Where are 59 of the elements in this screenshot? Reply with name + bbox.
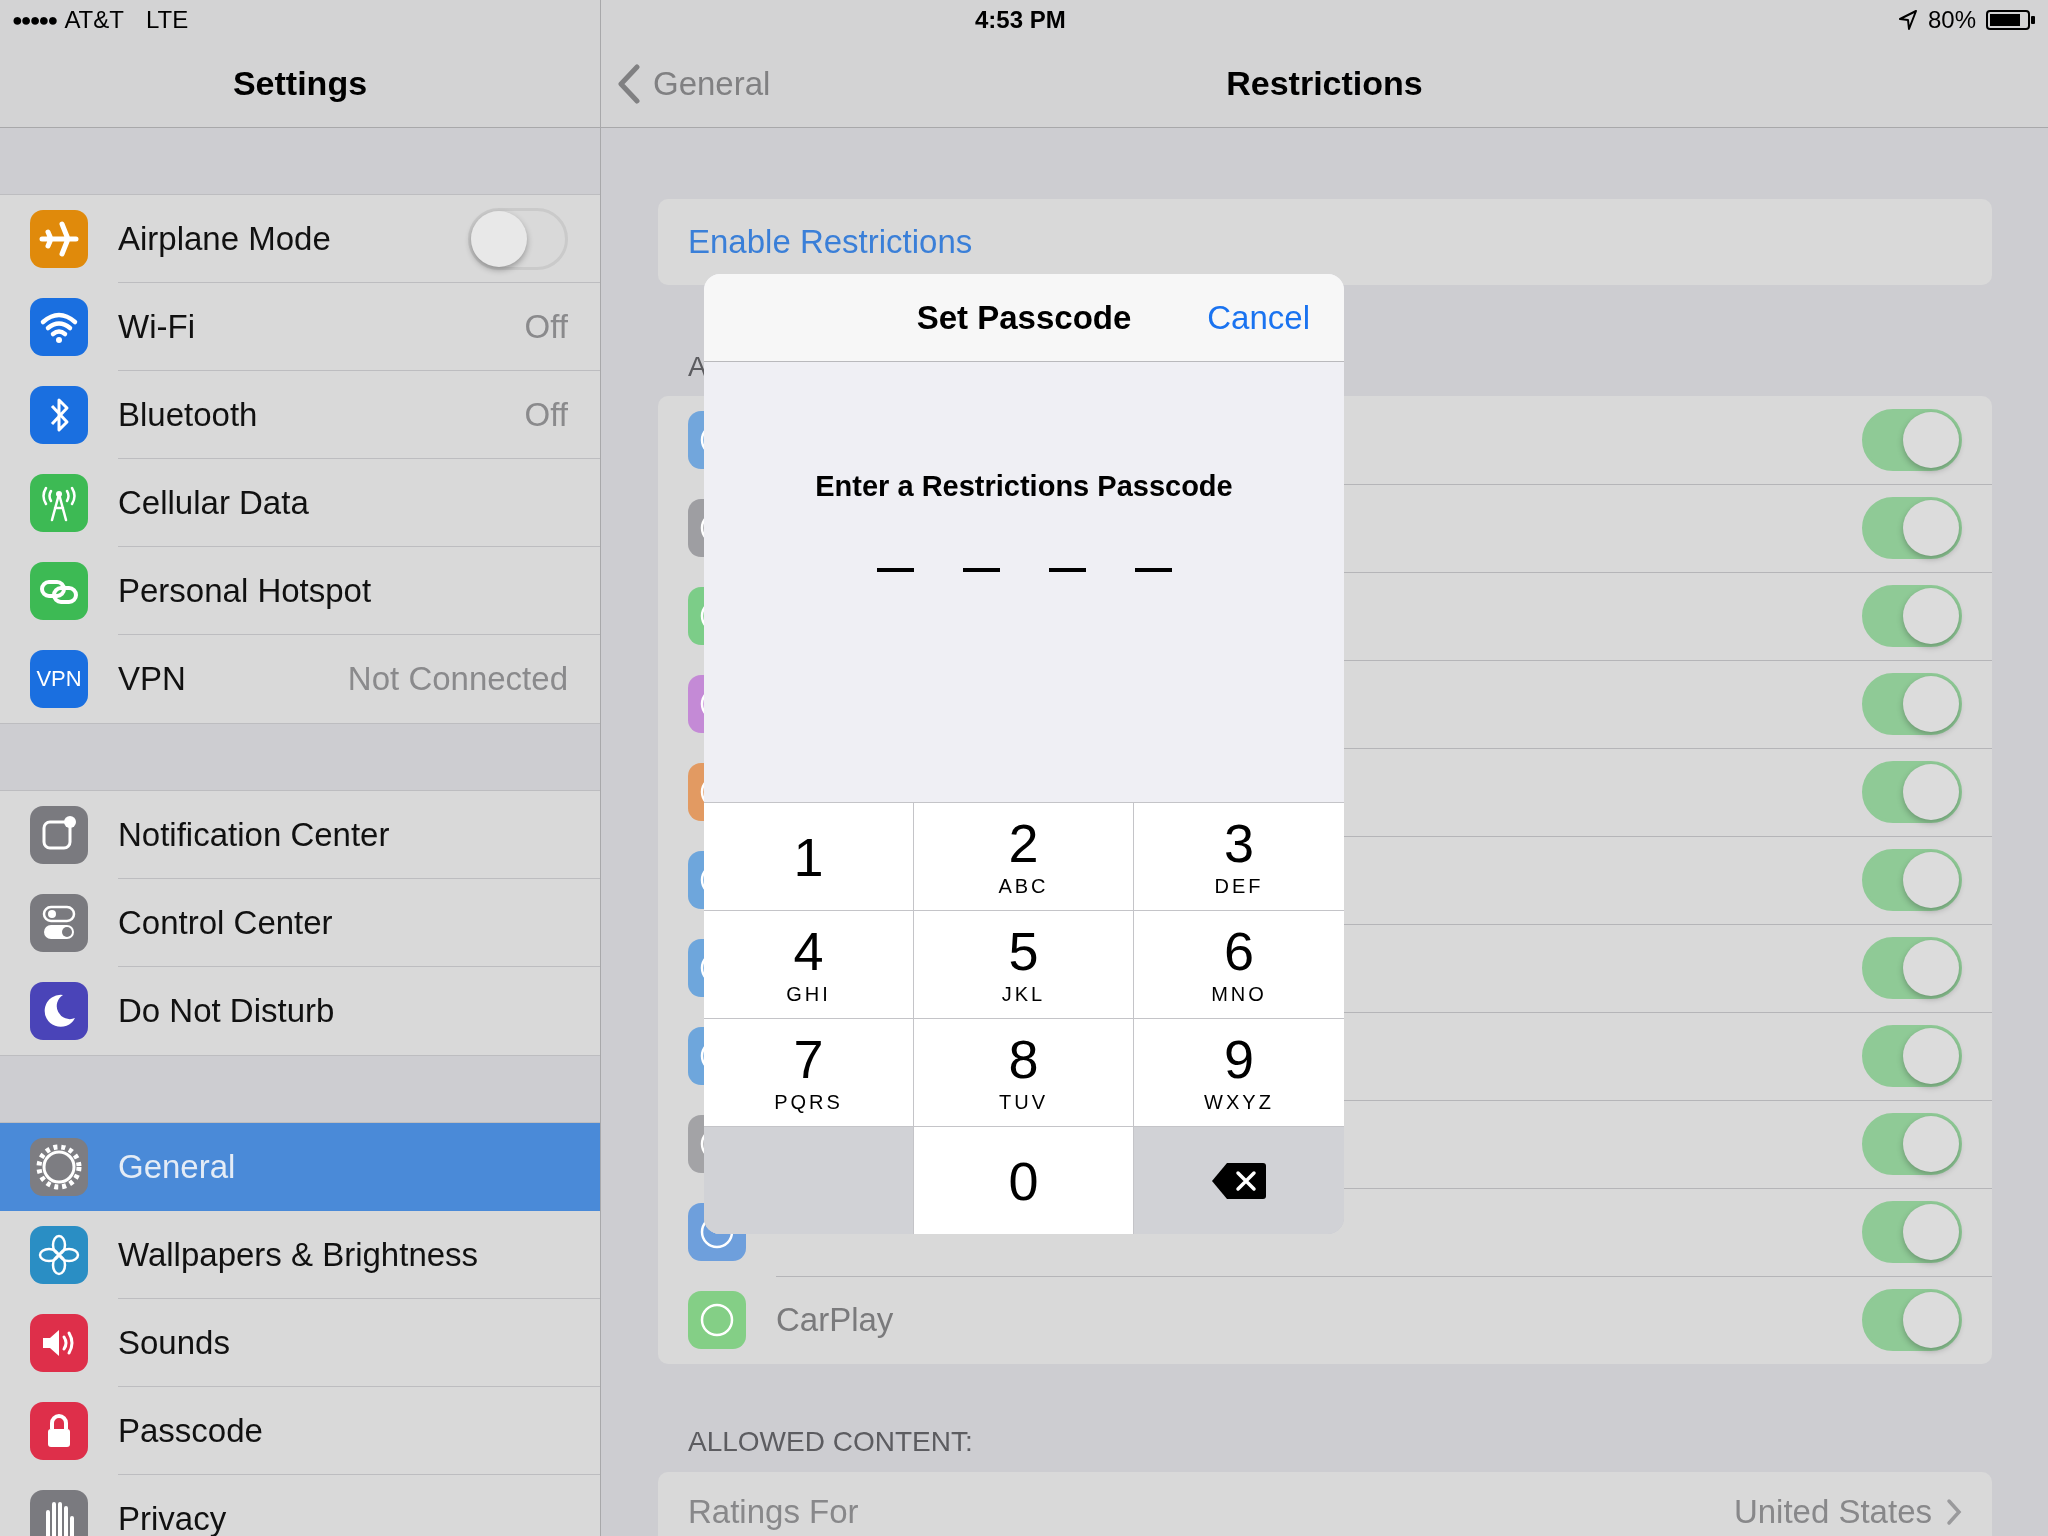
keypad-key[interactable]: 9 WXYZ — [1134, 1019, 1344, 1126]
row-value: Off — [524, 395, 568, 434]
keypad-key[interactable]: 5 JKL — [914, 911, 1133, 1018]
section-header: ALLOWED CONTENT: — [688, 1426, 973, 1457]
row-label: Bluetooth — [118, 395, 258, 434]
passcode-prompt: Enter a Restrictions Passcode — [815, 470, 1233, 503]
settings-row[interactable]: VPN VPN Not Connected — [0, 635, 600, 723]
settings-row[interactable]: Bluetooth Off — [0, 371, 600, 459]
sheet-title: Set Passcode — [916, 298, 1132, 337]
settings-row[interactable]: Passcode — [0, 1387, 600, 1475]
settings-row[interactable]: Airplane Mode — [0, 195, 600, 283]
row-label: Passcode — [118, 1411, 263, 1450]
row-label: Airplane Mode — [118, 219, 331, 258]
row-label: Control Center — [118, 903, 333, 942]
keypad-key[interactable]: 4 GHI — [704, 911, 913, 1018]
chevron-icon — [1946, 1498, 1962, 1526]
row-label: CarPlay — [776, 1301, 894, 1339]
row-label: General — [118, 1147, 236, 1186]
delete-key[interactable] — [1211, 1160, 1267, 1201]
settings-row[interactable]: Cellular Data — [0, 459, 600, 547]
back-chevron-icon — [617, 63, 641, 104]
keypad-key[interactable]: 6 MNO — [1134, 911, 1344, 1018]
keypad-key[interactable]: 1 — [704, 803, 913, 910]
row-label: Notification Center — [118, 815, 390, 854]
row-label: Do Not Disturb — [118, 992, 335, 1030]
keypad-key[interactable]: 0 — [914, 1127, 1133, 1234]
cancel-button[interactable]: Cancel — [1207, 298, 1310, 337]
clock: 4:53 PM — [975, 6, 1066, 34]
settings-row[interactable]: Do Not Disturb — [0, 967, 600, 1055]
sidebar-title: Settings — [232, 64, 368, 103]
row-label: Sounds — [118, 1323, 230, 1362]
toggle-switch[interactable] — [468, 207, 568, 270]
row-label: Wallpapers & Brightness — [118, 1235, 479, 1274]
vpn-icon: VPN — [30, 650, 88, 708]
settings-row[interactable]: Control Center — [0, 879, 600, 967]
settings-row[interactable]: Wallpapers & Brightness — [0, 1211, 600, 1299]
network-type: LTE — [145, 6, 189, 34]
location-arrow-icon — [1897, 9, 1918, 31]
row-label: Personal Hotspot — [118, 571, 372, 610]
signal-dots: ●●●●● — [12, 9, 57, 31]
settings-row[interactable]: Sounds — [0, 1299, 600, 1387]
row-label: Ratings For — [688, 1493, 859, 1531]
keypad-key[interactable]: 7 PQRS — [704, 1019, 913, 1126]
keypad-key[interactable]: 3 DEF — [1134, 803, 1344, 910]
settings-row[interactable]: Notification Center — [0, 791, 600, 879]
carrier-name: AT&T — [64, 6, 124, 34]
row-value: United States — [1733, 1493, 1932, 1531]
row-label: Wi-Fi — [118, 307, 195, 346]
settings-row[interactable]: Wi-Fi Off — [0, 283, 600, 371]
page-title: Restrictions — [1226, 64, 1423, 103]
keypad-key[interactable]: 8 TUV — [914, 1019, 1133, 1126]
row-value: Off — [524, 307, 568, 346]
row-label: VPN — [118, 660, 186, 698]
keypad-key[interactable]: 2 ABC — [914, 803, 1133, 910]
battery-percent: 80% — [1927, 6, 1976, 34]
row-label: Cellular Data — [118, 483, 309, 522]
battery-icon — [1986, 9, 2036, 31]
row-value: Not Connected — [347, 660, 568, 698]
settings-row[interactable]: Personal Hotspot — [0, 547, 600, 635]
